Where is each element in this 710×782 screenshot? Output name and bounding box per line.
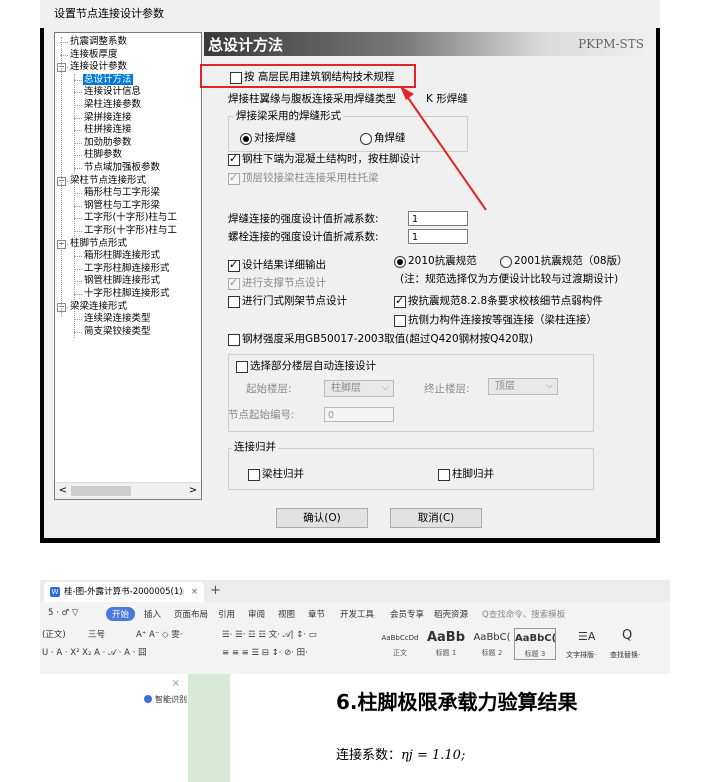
font-name-select[interactable]: (正文) — [42, 628, 66, 640]
style-heading-2-caption: 标题 2 — [481, 649, 503, 657]
paragraph-tools-row1[interactable]: ☰· ☰· ☲ ☲ 文· 𝒜| ↕· ▭ — [222, 628, 317, 640]
text-layout-icon: ☰A — [578, 630, 596, 643]
navigation-pane: × 智能识别目录 — [40, 674, 203, 782]
style-heading-1[interactable]: AaBb 标题 1 — [424, 628, 468, 658]
style-heading-3[interactable]: AaBbC( 标题 3 — [514, 628, 556, 660]
coefficient-label: 连接系数： — [336, 748, 402, 763]
tab-review[interactable]: 审阅 — [248, 608, 265, 620]
style-heading-1-caption: 标题 1 — [435, 649, 457, 657]
style-normal-caption: 正文 — [393, 649, 407, 657]
section-heading: 6.柱脚极限承载力验算结果 — [336, 690, 578, 714]
document-page[interactable]: 6.柱脚极限承载力验算结果 连接系数：ηj = 1.10; — [230, 674, 670, 782]
style-normal-sample: AaBbCcDd — [381, 634, 419, 642]
word-processor-window: W 桂-图-外露计算书-2000005(1) ○ × + 5 · ♂ ▽ 开始 … — [40, 580, 670, 782]
find-replace-button[interactable]: 查找替换· — [610, 650, 640, 660]
close-icon[interactable]: × — [172, 678, 180, 689]
command-search[interactable]: Q查找命令、搜索模板 — [482, 608, 565, 620]
coefficient-formula: ηj = 1.10; — [401, 748, 466, 763]
word-doc-icon: W — [50, 587, 60, 597]
text-layout-button[interactable]: 文字排版· — [566, 650, 596, 660]
tab-home[interactable]: 开始 — [106, 607, 136, 621]
new-tab-button[interactable]: + — [210, 582, 221, 600]
connection-coefficient-line: 连接系数：ηj = 1.10; — [336, 744, 465, 763]
font-tools-row1[interactable]: A⁺ A⁻ ◇ 雯· — [136, 628, 182, 640]
style-heading-2[interactable]: AaBbC( 标题 2 — [472, 628, 512, 658]
close-icon[interactable]: × — [191, 582, 198, 602]
document-tab-title: 桂-图-外露计算书-2000005(1) — [64, 587, 183, 597]
tab-docer[interactable]: 稻壳资源 — [434, 608, 468, 620]
tab-status-icon: ○ — [176, 587, 184, 597]
paragraph-tools-row2[interactable]: ≡ ≡ ≡ ☰ ⊟ ↕· ⊘· 田· — [222, 646, 308, 658]
tab-view[interactable]: 视图 — [278, 608, 295, 620]
tab-member[interactable]: 会员专享 — [390, 608, 424, 620]
style-normal[interactable]: AaBbCcDd 正文 — [378, 628, 422, 658]
highlight-arrow — [400, 86, 487, 211]
ai-icon — [144, 695, 152, 703]
tab-chapter[interactable]: 章节 — [308, 608, 325, 620]
document-tab-bar: W 桂-图-外露计算书-2000005(1) ○ × + — [40, 580, 670, 602]
quick-access-toolbar[interactable]: 5 · ♂ ▽ — [48, 608, 78, 618]
menu-bar: 5 · ♂ ▽ 开始 插入 页面布局 引用 审阅 视图 章节 开发工具 会员专享… — [40, 604, 670, 624]
font-size-select[interactable]: 三号 — [88, 628, 105, 640]
ribbon: (正文) 三号 A⁺ A⁻ ◇ 雯· U · A · X² X₂ A · 𝒜 ·… — [40, 624, 670, 674]
style-heading-2-sample: AaBbC( — [473, 632, 511, 643]
style-heading-1-sample: AaBb — [426, 630, 466, 645]
style-heading-3-caption: 标题 3 — [524, 650, 546, 658]
search-icon: Q — [622, 628, 633, 643]
style-heading-3-sample: AaBbC( — [515, 633, 557, 644]
tab-references[interactable]: 引用 — [218, 608, 235, 620]
font-tools-row2[interactable]: U · A · X² X₂ A · 𝒜 · A · 囧 — [42, 646, 147, 658]
tab-page-layout[interactable]: 页面布局 — [174, 608, 208, 620]
tab-developer[interactable]: 开发工具 — [340, 608, 374, 620]
document-tab[interactable]: W 桂-图-外露计算书-2000005(1) ○ × — [44, 582, 204, 602]
tab-insert[interactable]: 插入 — [144, 608, 161, 620]
page-margin-background — [188, 674, 230, 782]
